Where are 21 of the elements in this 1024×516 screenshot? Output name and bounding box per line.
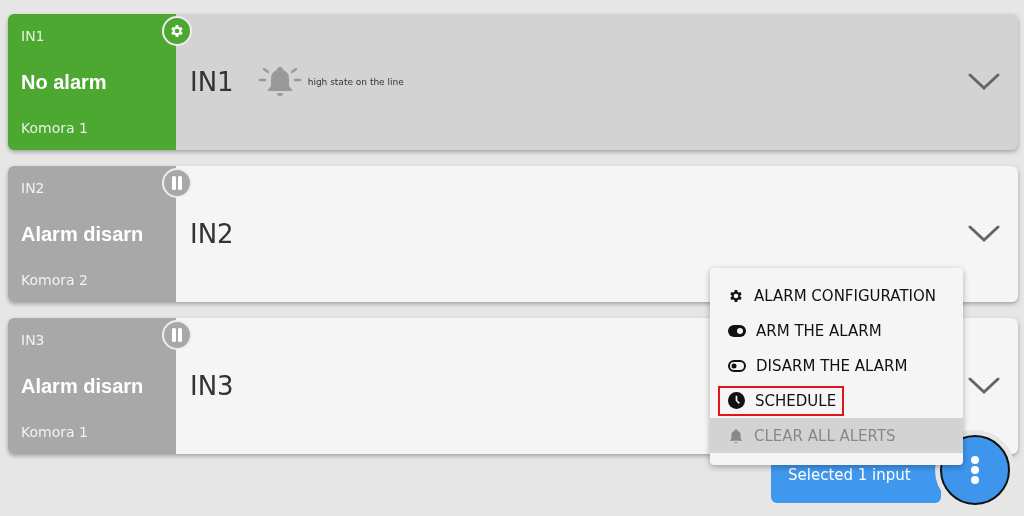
input-card[interactable]: IN1 No alarm Komora 1 IN1 high state on the line bbox=[8, 14, 1018, 150]
menu-item-label: ALARM CONFIGURATION bbox=[754, 286, 937, 305]
alarm-status: No alarm bbox=[21, 70, 108, 94]
location-label: Komora 2 bbox=[21, 272, 89, 288]
menu-item-label: SCHEDULE bbox=[755, 391, 837, 410]
menu-item-label: CLEAR ALL ALERTS bbox=[754, 426, 896, 445]
menu-item[interactable]: DISARM THE ALARM bbox=[710, 348, 963, 383]
input-code: IN3 bbox=[21, 332, 46, 348]
location-label: Komora 1 bbox=[21, 120, 89, 136]
menu-item-label: DISARM THE ALARM bbox=[756, 356, 908, 375]
alert-text: high state on the line bbox=[307, 77, 404, 87]
menu-item[interactable]: SCHEDULE bbox=[710, 383, 963, 418]
input-code: IN1 bbox=[21, 28, 46, 44]
menu-item-label: ARM THE ALARM bbox=[756, 321, 882, 340]
input-name: IN3 bbox=[190, 371, 234, 401]
input-name: IN2 bbox=[190, 219, 234, 249]
alarm-status: Alarm disarn bbox=[21, 374, 145, 398]
location-label: Komora 1 bbox=[21, 424, 89, 440]
input-name: IN1 bbox=[190, 67, 234, 97]
input-code: IN2 bbox=[21, 180, 46, 196]
alarm-status: Alarm disarn bbox=[21, 222, 145, 246]
